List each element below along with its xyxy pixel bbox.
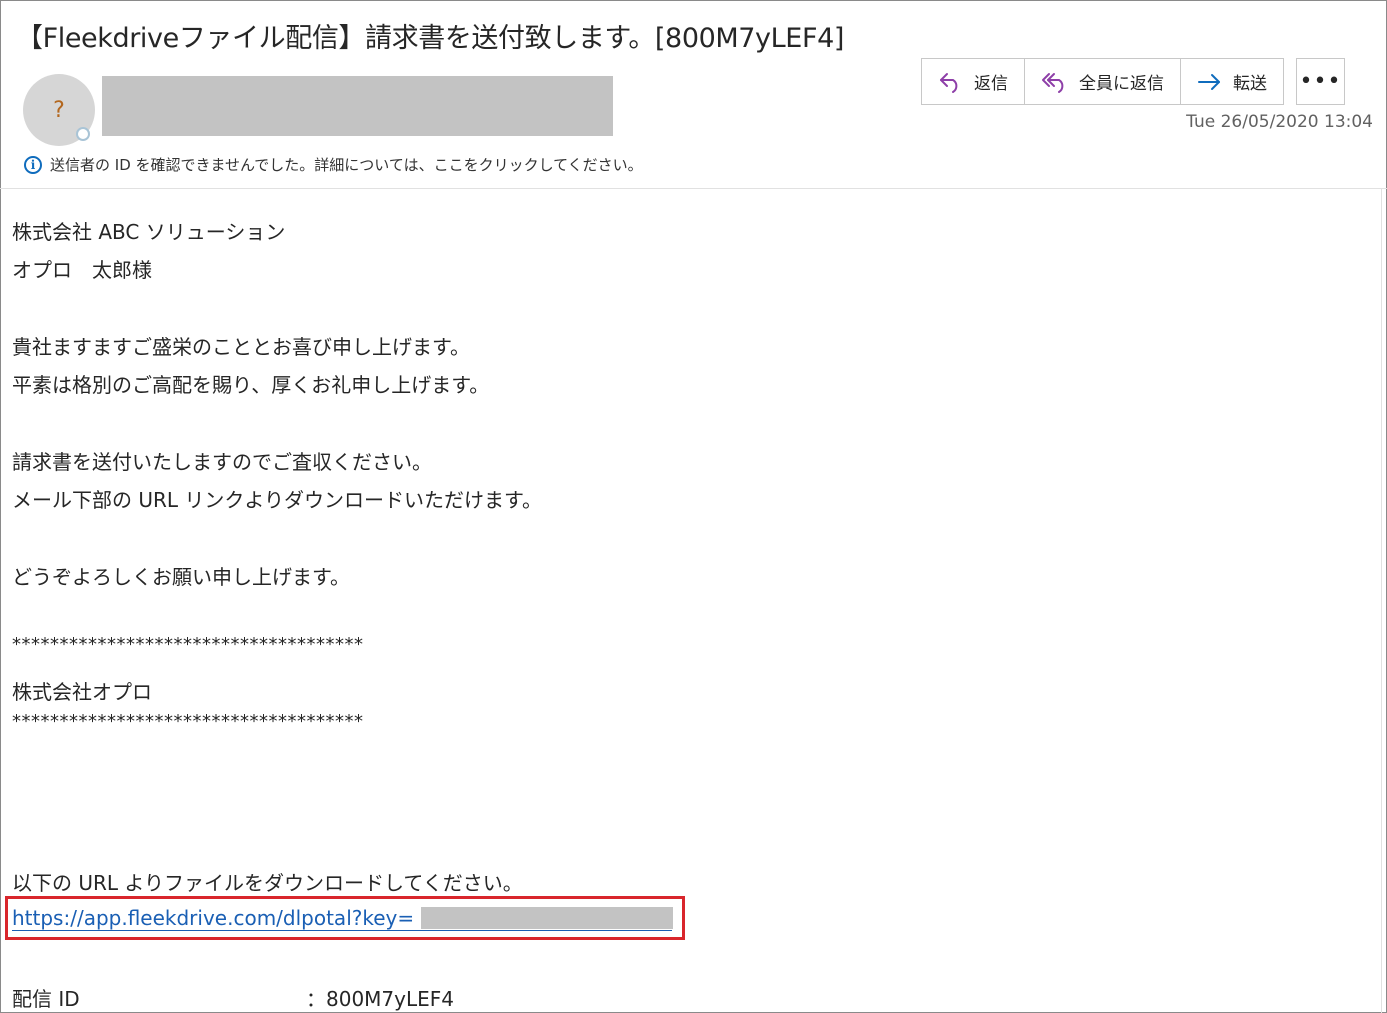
link-key-redacted: [421, 907, 673, 929]
download-link-underline: [12, 930, 672, 931]
signature-company: 株式会社オプロ: [12, 680, 152, 704]
body-line: どうぞよろしくお願い申し上げます。: [12, 565, 350, 589]
more-icon: •••: [1299, 69, 1342, 94]
download-link[interactable]: https://app.fleekdrive.com/dlpotal?key=: [12, 906, 414, 930]
body-line: メール下部の URL リンクよりダウンロードいただけます。: [12, 488, 542, 512]
reply-all-label: 全員に返信: [1079, 74, 1164, 94]
forward-label: 転送: [1233, 74, 1267, 94]
reply-all-button[interactable]: 全員に返信: [1024, 59, 1180, 104]
delivery-id-label: 配信 ID: [12, 987, 80, 1011]
signature-separator: *************************************: [12, 711, 364, 732]
reply-icon: [940, 72, 958, 93]
more-actions-button[interactable]: •••: [1296, 58, 1345, 105]
avatar-initial: ?: [53, 97, 65, 123]
body-scrollbar[interactable]: [1381, 188, 1387, 1013]
info-banner-text: 送信者の ID を確認できませんでした。詳細については、ここをクリックしてくださ…: [50, 156, 643, 174]
header-divider: [0, 188, 1387, 189]
body-line: 株式会社 ABC ソリューション: [12, 220, 286, 244]
body-line: オプロ 太郎様: [12, 258, 152, 282]
reply-label: 返信: [974, 74, 1008, 94]
email-subject: 【Fleekdriveファイル配信】請求書を送付致します。[800M7yLEF4…: [16, 23, 844, 54]
forward-icon: [1198, 73, 1220, 90]
body-line: 以下の URL よりファイルをダウンロードしてください。: [12, 871, 523, 895]
signature-separator: *************************************: [12, 634, 364, 655]
reply-all-icon: [1042, 72, 1064, 93]
info-icon: i: [24, 155, 42, 174]
body-line: 平素は格別のご高配を賜り、厚くお礼申し上げます。: [12, 373, 490, 397]
received-datetime: Tue 26/05/2020 13:04: [1186, 112, 1373, 132]
sender-name-redacted: [102, 76, 613, 136]
body-line: 貴社ますますご盛栄のこととお喜び申し上げます。: [12, 335, 470, 359]
sender-verification-banner[interactable]: i 送信者の ID を確認できませんでした。詳細については、ここをクリックしてく…: [24, 154, 643, 175]
delivery-id-value: ：800M7yLEF4: [306, 987, 454, 1011]
message-actions: 返信 全員に返信 転送 •••: [921, 58, 1345, 105]
presence-status-icon: [76, 127, 90, 141]
reply-actions-group: 返信 全員に返信 転送: [921, 58, 1284, 105]
forward-button[interactable]: 転送: [1180, 59, 1283, 104]
reply-button[interactable]: 返信: [922, 59, 1024, 104]
body-line: 請求書を送付いたしますのでご査収ください。: [12, 450, 432, 474]
